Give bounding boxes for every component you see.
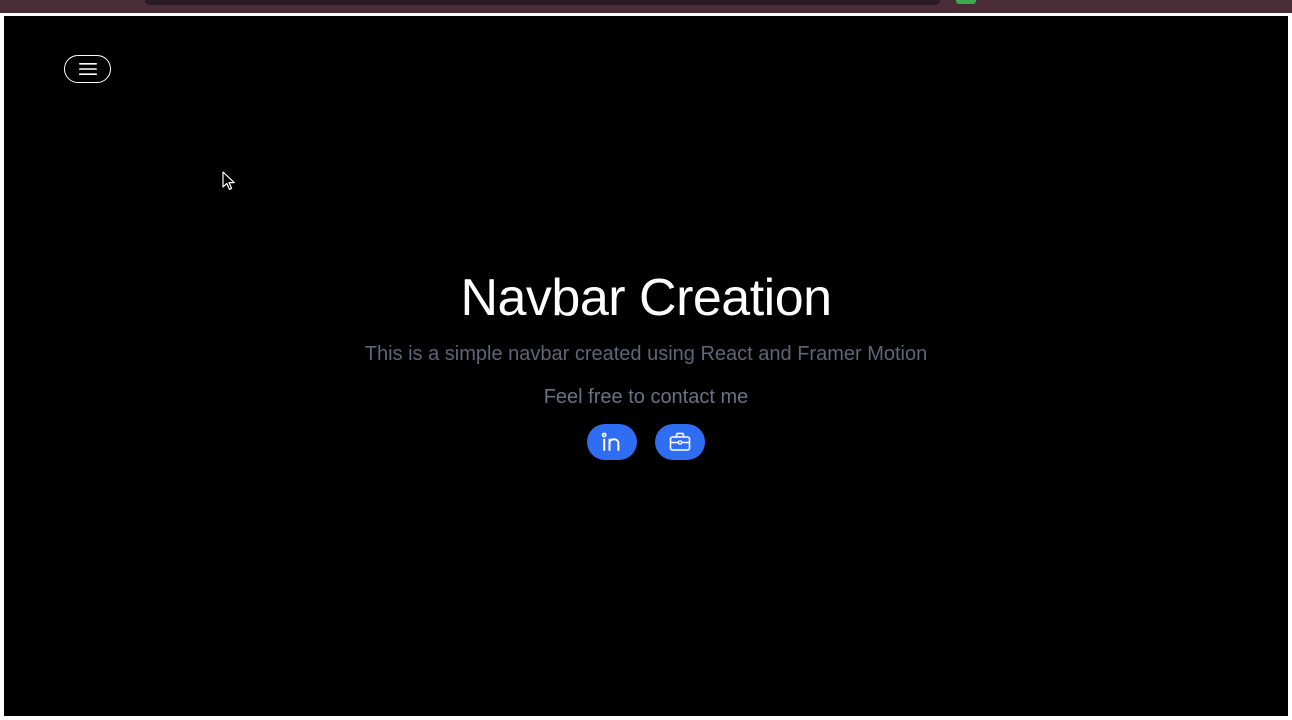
linkedin-icon [601, 432, 620, 451]
hero-subtitle: This is a simple navbar created using Re… [364, 343, 928, 365]
address-bar[interactable] [145, 0, 940, 5]
hero-title: Navbar Creation [460, 269, 832, 327]
page-viewport: Navbar Creation This is a simple navbar … [4, 16, 1288, 716]
extension-icon[interactable] [956, 0, 976, 4]
contact-text: Feel free to contact me [543, 386, 749, 408]
linkedin-button[interactable] [587, 424, 637, 460]
portfolio-button[interactable] [655, 424, 705, 460]
briefcase-icon [669, 432, 691, 451]
hamburger-menu-icon [78, 63, 97, 75]
mouse-cursor-icon [222, 171, 235, 190]
menu-toggle-button[interactable] [64, 55, 111, 83]
hero-section: Navbar Creation This is a simple navbar … [4, 268, 1288, 460]
social-links [4, 424, 1288, 460]
browser-toolbar [0, 0, 1292, 13]
window-bottom-edge [0, 716, 1292, 720]
